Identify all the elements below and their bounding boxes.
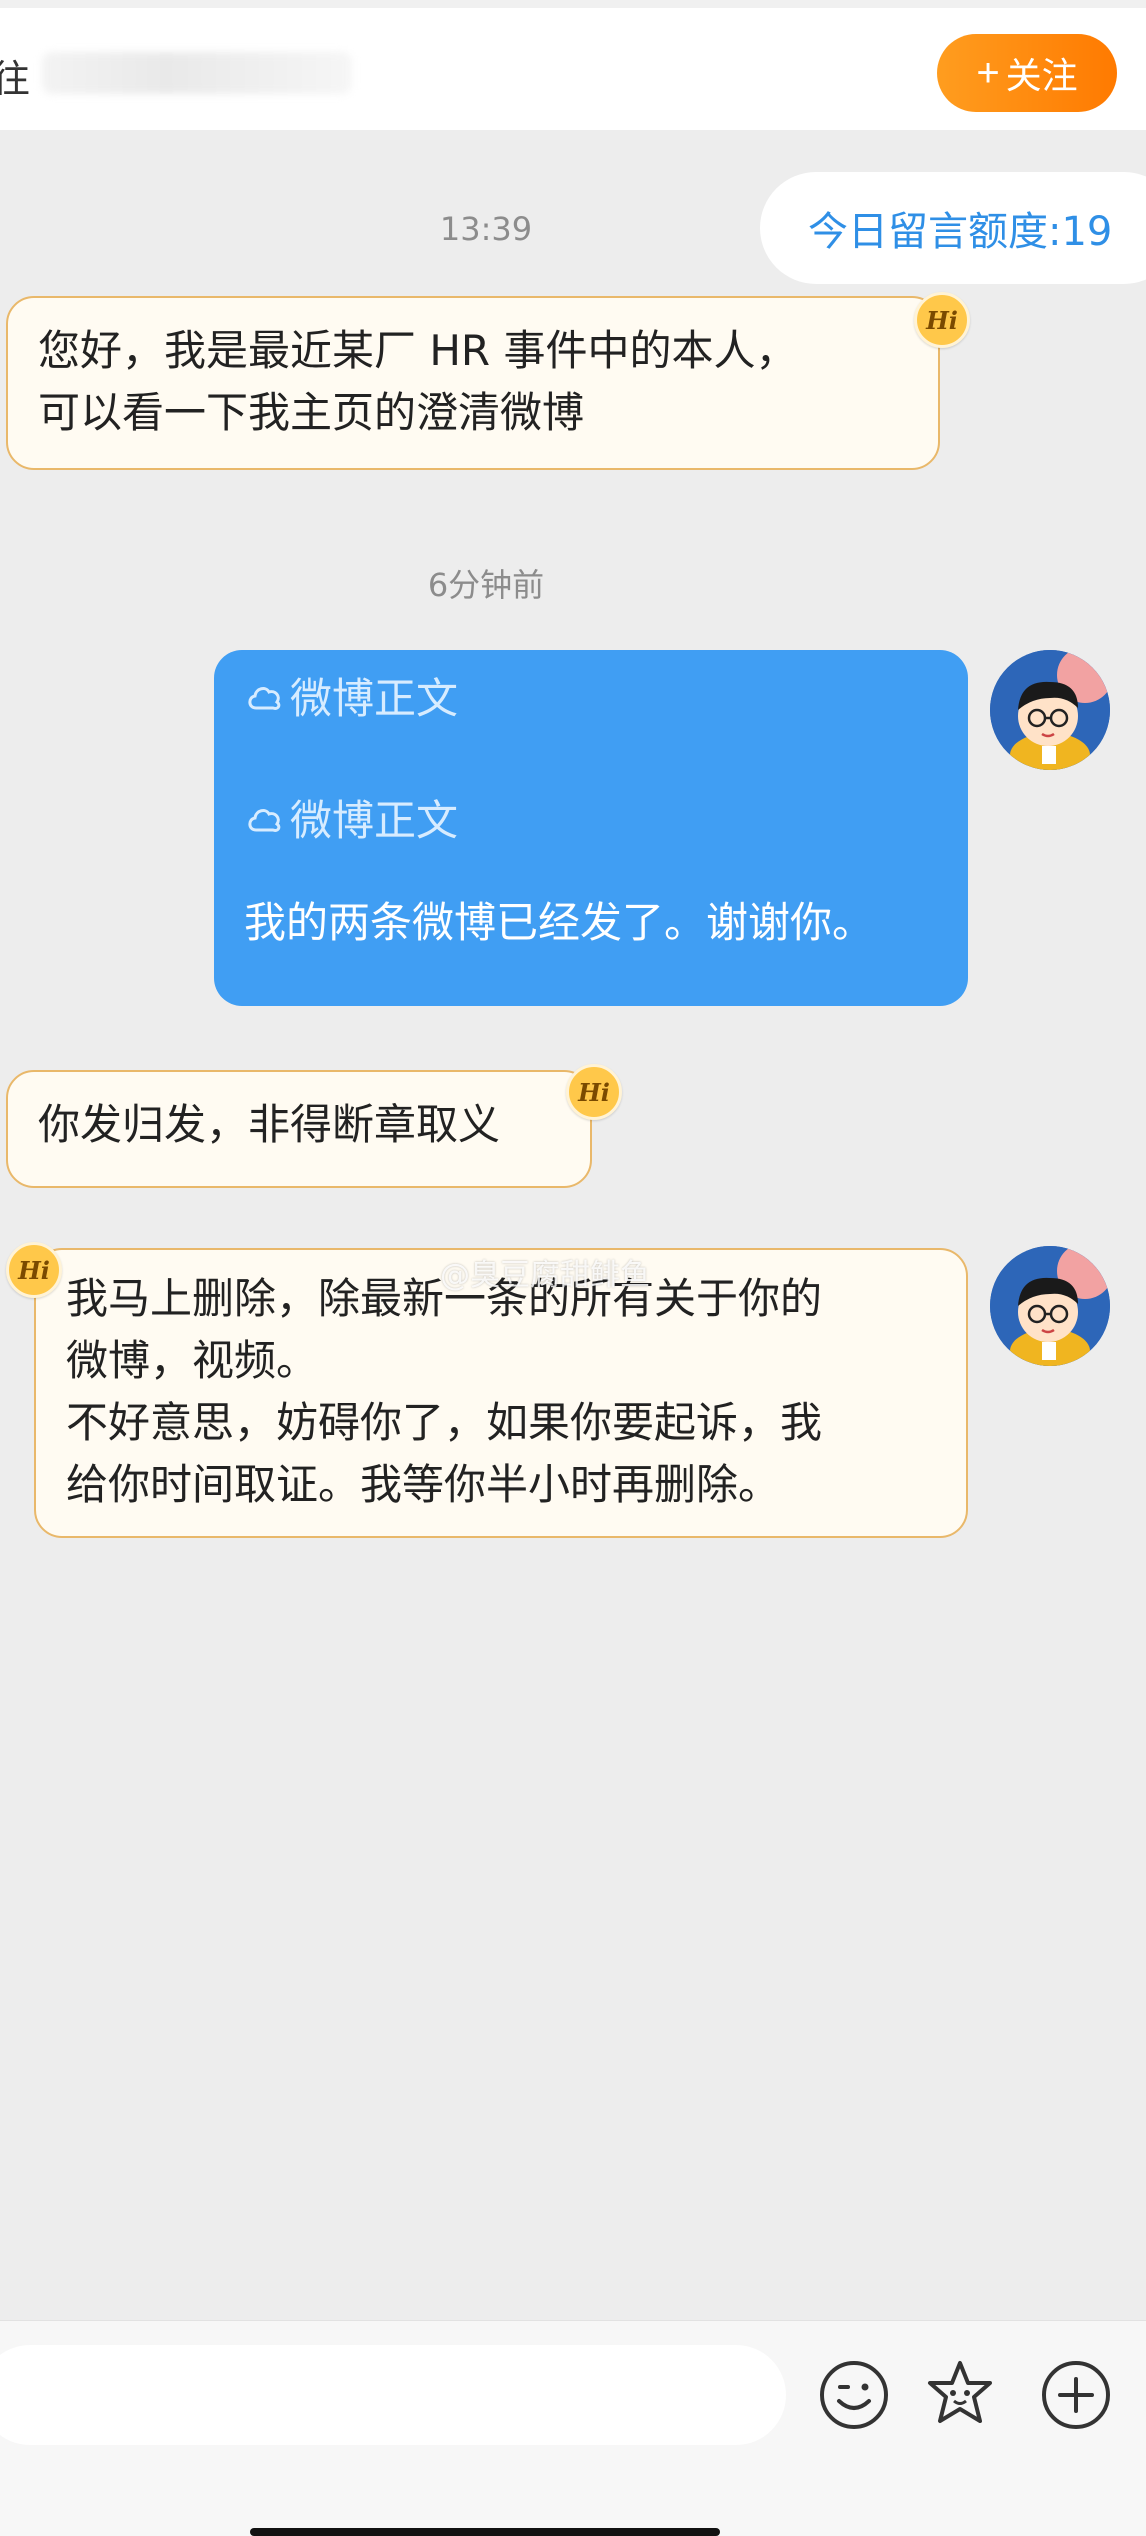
message-text-line: 可以看一下我主页的澄清微博 (38, 388, 585, 437)
link-icon (248, 809, 281, 832)
message-bubble-incoming[interactable]: 你发归发，非得断章取义 (6, 1070, 592, 1188)
watermark-text: @臭豆腐甜鲱鱼 (440, 1258, 650, 1293)
hi-badge-icon: Hi (566, 1064, 622, 1120)
hi-badge-icon: Hi (914, 292, 970, 348)
composer-bar (0, 2320, 1146, 2536)
chat-title-fragment: 往 (0, 57, 31, 101)
emoji-icon[interactable] (816, 2357, 892, 2433)
message-text-line: 不好意思，妨碍你了，如果你要起诉，我 (66, 1398, 823, 1447)
weibo-link-label: 微博正文 (290, 674, 459, 723)
message-text-line: 你发归发，非得断章取义 (38, 1100, 501, 1149)
link-icon (248, 687, 281, 710)
weibo-link[interactable]: 微博正文 (244, 790, 938, 852)
avatar-illustration (990, 1246, 1110, 1366)
follow-button[interactable]: + 关注 (937, 34, 1117, 112)
chat-header: 往 + 关注 (0, 0, 1146, 130)
message-text-line: 您好，我是最近某厂 HR 事件中的本人， (38, 326, 798, 375)
watermark: @臭豆腐甜鲱鱼 (440, 1250, 650, 1294)
follow-label: 关注 (1005, 55, 1078, 96)
sticker-icon[interactable] (922, 2357, 998, 2433)
plus-icon[interactable] (1038, 2357, 1114, 2433)
avatar-illustration (990, 650, 1110, 770)
plus-icon: + (976, 51, 1000, 95)
home-indicator (250, 2528, 720, 2536)
message-input[interactable] (0, 2345, 786, 2445)
message-text-line: 我的两条微博已经发了。谢谢你。 (244, 898, 875, 947)
timestamp: 6分钟前 (427, 566, 545, 604)
avatar[interactable] (990, 650, 1110, 770)
message-quota-label: 今日留言额度:19 (808, 209, 1113, 255)
message-quota-badge: 今日留言额度:19 (760, 172, 1146, 284)
avatar[interactable] (990, 1246, 1110, 1366)
chat-title-blurred (42, 52, 352, 94)
hi-badge-icon: Hi (6, 1242, 62, 1298)
message-text-line: 给你时间取证。我等你半小时再删除。 (66, 1460, 781, 1509)
weibo-link-label: 微博正文 (290, 796, 459, 845)
weibo-link[interactable]: 微博正文 (244, 668, 938, 730)
message-bubble-incoming[interactable]: 您好，我是最近某厂 HR 事件中的本人， 可以看一下我主页的澄清微博 (6, 296, 940, 470)
message-bubble-outgoing[interactable]: 微博正文 微博正文 我的两条微博已经发了。谢谢你。 (214, 650, 968, 1006)
message-text-line: 微博，视频。 (66, 1336, 319, 1385)
timestamp: 13:39 (439, 210, 533, 248)
